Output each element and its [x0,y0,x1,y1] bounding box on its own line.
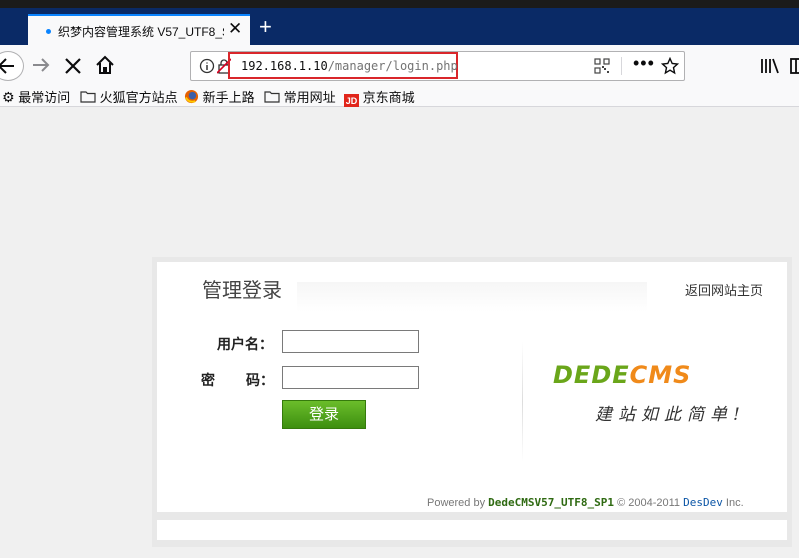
bookmarks-toolbar: ⚙ 最常访问 火狐官方站点 新手上路 常用网址 JD 京东商城 [0,85,799,109]
arrow-left-icon [0,58,14,74]
bookmark-label: 新手上路 [202,90,255,105]
page-content: 管理登录 返回网站主页 用户名： 密 码： 登录 DEDECMS 建站如此简单!… [0,107,799,558]
footer-product-link[interactable]: DedeCMSV57_UTF8_SP1 [488,496,614,509]
library-icon[interactable] [760,57,780,75]
folder-icon [80,91,96,103]
footer-text: Powered by DedeCMSV57_UTF8_SP1 © 2004-20… [427,496,744,509]
urlbar-separator [621,57,622,75]
back-button[interactable] [0,51,24,81]
tab-title: 织梦内容管理系统 V57_UTF8_SP1 [58,25,224,39]
home-icon[interactable] [94,54,116,76]
star-icon[interactable] [661,57,679,75]
footer-suffix: Inc. [725,497,744,509]
logo-slogan: 建站如此简单! [595,405,746,425]
vertical-divider [522,342,523,462]
logo-cms-text: CMS [629,361,692,389]
plus-icon[interactable]: + [259,16,272,38]
bookmark-jd[interactable]: JD 京东商城 [344,87,415,109]
password-label-2: 码： [246,372,274,388]
password-label-1: 密 [201,372,215,388]
url-host: 192.168.1.10 [241,59,328,73]
bookmark-getting-started[interactable]: 新手上路 [184,87,255,106]
title-shadow [297,282,647,312]
gear-icon: ⚙ [2,89,15,105]
info-icon[interactable] [199,58,215,74]
footer-company-link[interactable]: DesDev [683,496,723,509]
url-text[interactable]: 192.168.1.10/manager/login.php [241,59,458,73]
footer-copyright: © 2004-2011 [617,497,681,509]
bookmark-firefox-sites[interactable]: 火狐官方站点 [80,87,178,106]
firefox-icon [184,89,199,104]
more-icon[interactable]: ••• [633,53,655,74]
tab-loading-dot [46,29,51,34]
close-icon[interactable] [63,56,83,76]
username-label: 用户名： [217,336,273,352]
url-bar[interactable]: 192.168.1.10/manager/login.php ••• [190,51,685,81]
return-home-link[interactable]: 返回网站主页 [685,280,763,299]
window-top-strip [0,0,799,8]
bookmark-common-urls[interactable]: 常用网址 [264,87,336,106]
tab-active[interactable]: 织梦内容管理系统 V57_UTF8_SP1 ✕ [28,14,250,45]
bookmark-label: 常用网址 [283,90,336,105]
close-icon[interactable]: ✕ [228,19,242,39]
navigation-toolbar: 192.168.1.10/manager/login.php ••• [0,45,799,85]
bookmark-most-visited[interactable]: ⚙ 最常访问 [2,87,70,106]
login-panel: 管理登录 返回网站主页 用户名： 密 码： 登录 DEDECMS 建站如此简单!… [157,262,787,512]
qr-code-icon[interactable] [594,58,610,74]
bookmark-label: 京东商城 [362,90,415,105]
login-button[interactable]: 登录 [282,400,366,429]
password-input[interactable] [282,366,419,389]
bottom-strip [157,520,787,540]
bookmark-label: 最常访问 [18,90,71,105]
logo-dede-text: DEDE [553,361,630,389]
sidebar-icon[interactable] [790,57,799,75]
folder-icon [264,91,280,103]
arrow-right-icon[interactable] [30,54,52,76]
dedecms-logo: DEDECMS [553,361,691,389]
username-input[interactable] [282,330,419,353]
page-title: 管理登录 [202,280,282,302]
url-path: /manager/login.php [327,59,458,73]
footer-powered: Powered by [427,497,486,509]
tab-bar: 织梦内容管理系统 V57_UTF8_SP1 ✕ + [0,8,799,45]
bookmark-label: 火狐官方站点 [99,90,178,105]
